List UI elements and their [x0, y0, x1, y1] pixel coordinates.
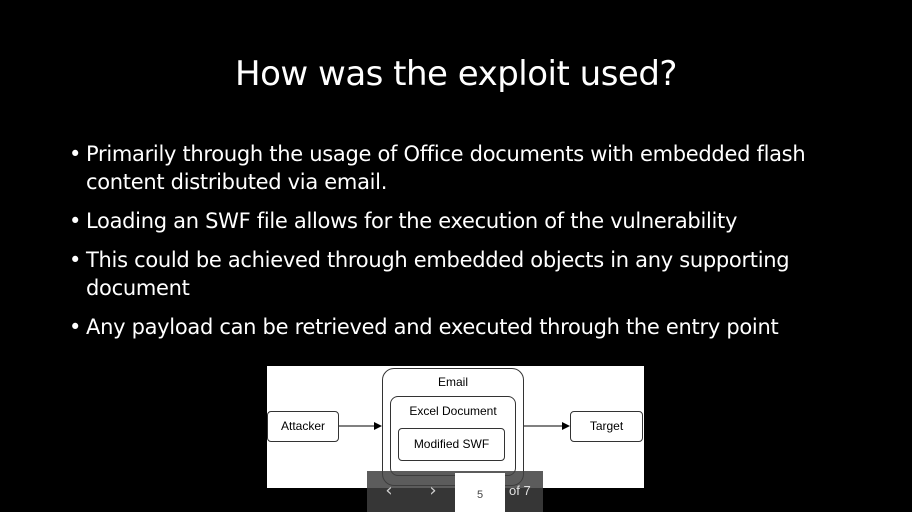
- arrowhead-attacker-to-email: [374, 422, 382, 430]
- bullet-text: Primarily through the usage of Office do…: [86, 142, 806, 194]
- exploit-flow-diagram: Attacker Email Excel Document Modified S…: [267, 366, 644, 488]
- bullet-marker: •: [69, 142, 82, 166]
- slide-title: How was the exploit used?: [235, 54, 677, 94]
- email-label: Email: [437, 375, 468, 389]
- previous-slide-button[interactable]: ‹: [377, 479, 401, 503]
- bullet-text: This could be achieved through embedded …: [86, 248, 790, 300]
- excel-document-label: Excel Document: [409, 404, 497, 418]
- bullet-item: • Primarily through the usage of Office …: [66, 140, 866, 196]
- current-page-input[interactable]: 5: [455, 473, 505, 512]
- modified-swf-node: Modified SWF: [398, 428, 505, 461]
- next-slide-button[interactable]: ›: [421, 479, 445, 503]
- slide: How was the exploit used? • Primarily th…: [0, 0, 912, 512]
- target-node: Target: [570, 411, 643, 442]
- bullet-text: Loading an SWF file allows for the execu…: [86, 209, 738, 233]
- bullet-text: Any payload can be retrieved and execute…: [86, 315, 779, 339]
- chevron-right-icon: ›: [429, 480, 437, 501]
- arrowhead-email-to-target: [562, 422, 570, 430]
- bullet-marker: •: [69, 209, 82, 233]
- bullet-marker: •: [69, 315, 82, 339]
- chevron-left-icon: ‹: [385, 480, 393, 501]
- bullet-list: • Primarily through the usage of Office …: [66, 140, 866, 352]
- attacker-node: Attacker: [267, 411, 339, 442]
- slide-pager: ‹ › 5 of 7: [367, 471, 543, 512]
- bullet-item: • Any payload can be retrieved and execu…: [66, 313, 866, 341]
- bullet-item: • Loading an SWF file allows for the exe…: [66, 207, 866, 235]
- bullet-item: • This could be achieved through embedde…: [66, 246, 866, 302]
- bullet-marker: •: [69, 248, 82, 272]
- page-total-label: of 7: [509, 483, 531, 498]
